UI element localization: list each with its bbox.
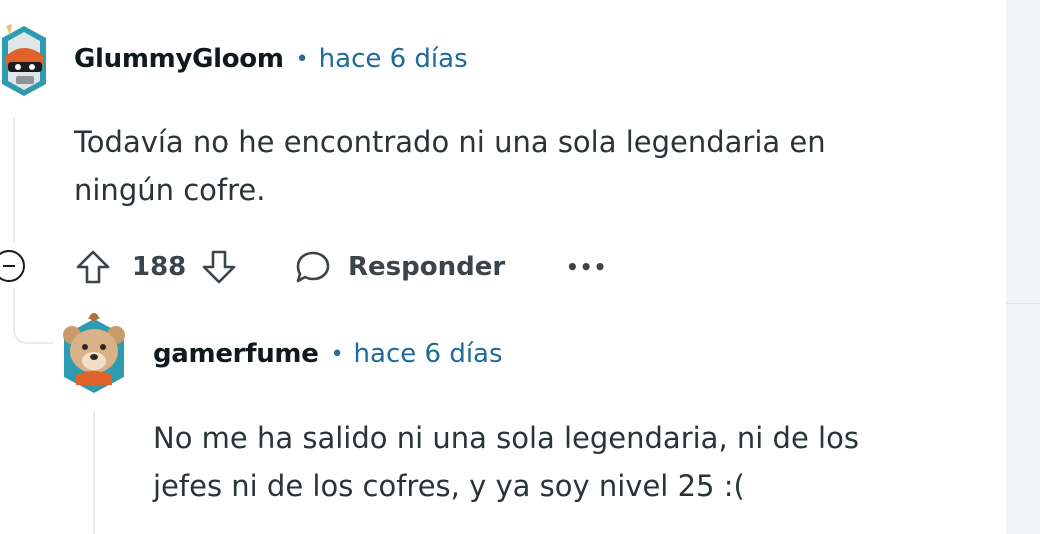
timestamp[interactable]: hace 6 días: [319, 44, 468, 74]
thread-elbow-connector: [13, 300, 53, 344]
downvote-arrow-icon[interactable]: [200, 248, 238, 286]
reply-label: Responder: [348, 252, 506, 282]
timestamp[interactable]: hace 6 días: [354, 339, 503, 369]
gutter-divider: [1006, 303, 1040, 304]
minus-icon: [3, 265, 15, 267]
username[interactable]: gamerfume: [153, 339, 319, 369]
comment-text-line: No me ha salido ni una sola legendaria, …: [153, 421, 859, 455]
right-gutter-panel: [1006, 0, 1040, 534]
robot-helmet-avatar-icon[interactable]: [0, 22, 48, 100]
meta-separator: •: [330, 341, 344, 367]
username[interactable]: GlummyGloom: [74, 44, 284, 74]
bear-avatar-icon[interactable]: [58, 305, 130, 395]
more-options-button[interactable]: •••: [566, 246, 607, 288]
comment-text-line: jefes ni de los cofres, y ya soy nivel 2…: [153, 469, 745, 503]
comment-text-line: Todavía no he encontrado ni una sola leg…: [74, 125, 826, 159]
vote-score: 188: [132, 252, 187, 282]
comment-meta: gamerfume • hace 6 días: [153, 339, 503, 369]
comment-text-line: ningún cofre.: [74, 173, 266, 207]
collapse-thread-button[interactable]: [0, 250, 25, 282]
comment-body: Todavía no he encontrado ni una sola leg…: [74, 118, 826, 214]
speech-bubble-icon: [296, 251, 330, 283]
reply-button[interactable]: Responder: [294, 246, 505, 288]
thread-line[interactable]: [13, 118, 15, 242]
meta-separator: •: [295, 46, 309, 72]
thread-line[interactable]: [93, 410, 95, 534]
comment-body: No me ha salido ni una sola legendaria, …: [153, 414, 859, 510]
comment-meta: GlummyGloom • hace 6 días: [74, 44, 468, 74]
upvote-arrow-icon[interactable]: [74, 248, 112, 286]
